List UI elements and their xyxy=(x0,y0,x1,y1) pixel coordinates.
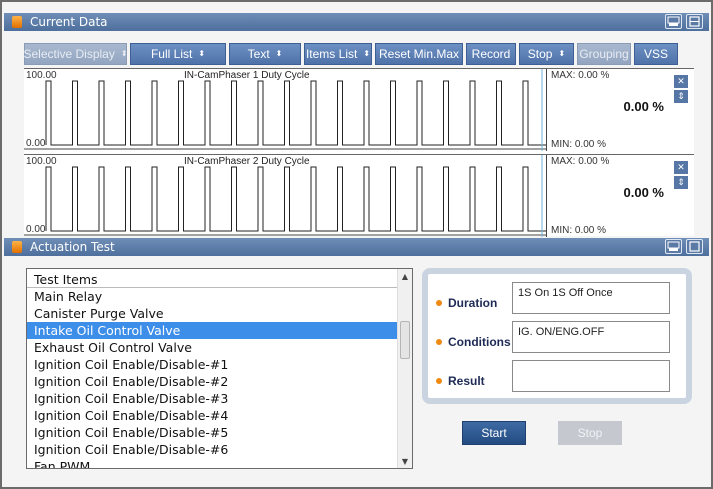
toolbar-button-text[interactable]: Text ⬍ xyxy=(229,43,301,65)
current-data-title: Current Data xyxy=(30,15,108,29)
graph-title: IN-CamPhaser 1 Duty Cycle xyxy=(184,70,310,81)
updown-icon[interactable]: ⇕ xyxy=(674,176,688,189)
list-item[interactable]: Fan PWM xyxy=(27,458,397,468)
waveform-2 xyxy=(24,155,546,237)
toolbar-button-label: Items List xyxy=(305,47,358,61)
graph-min: MIN: 0.00 % xyxy=(551,139,607,150)
toolbar-button-label: Reset Min.Max xyxy=(378,47,460,61)
graph-area: 100.00 0.00 IN-CamPhaser 1 Duty Cycle MA… xyxy=(24,68,694,237)
duration-value: 1S On 1S Off Once xyxy=(512,282,670,314)
waveform-1 xyxy=(24,69,546,151)
window-toggle-icon[interactable] xyxy=(686,14,703,29)
toolbar-button-label: Grouping xyxy=(579,47,629,61)
toolbar-button-vss[interactable]: VSS xyxy=(634,43,678,65)
current-data-titlebar: Current Data xyxy=(4,13,709,31)
retry-icon[interactable] xyxy=(665,14,682,29)
graph-min: MIN: 0.00 % xyxy=(551,225,607,236)
dropdown-arrows-icon: ⬍ xyxy=(120,49,128,58)
toolbar-button-label: VSS xyxy=(643,47,668,61)
panel-icon xyxy=(12,16,22,28)
bullet-icon xyxy=(436,339,442,345)
graph-max: MAX: 0.00 % xyxy=(551,70,610,81)
scroll-thumb[interactable] xyxy=(400,321,410,359)
graph-top-label: 100.00 xyxy=(26,70,57,81)
graph-bottom-label: 0.00 xyxy=(26,224,46,235)
toolbar-button-label: Full List xyxy=(150,47,193,61)
toolbar-button-label: Text xyxy=(247,47,270,61)
graph-current: 0.00 % xyxy=(623,99,664,114)
graph-max: MAX: 0.00 % xyxy=(551,156,610,167)
retry-icon[interactable] xyxy=(665,239,682,254)
actuation-title: Actuation Test xyxy=(30,240,115,254)
window-toggle-icon[interactable] xyxy=(686,239,703,254)
list-scrollbar[interactable]: ▲ ▼ xyxy=(397,269,412,468)
list-item[interactable]: Ignition Coil Enable/Disable-#2 xyxy=(27,373,397,390)
dropdown-arrows-icon: ⬍ xyxy=(275,49,283,58)
duration-label: Duration xyxy=(448,296,498,310)
toolbar-button-label: Selective Display xyxy=(23,47,115,61)
actuation-titlebar: Actuation Test xyxy=(4,238,709,256)
graph-values: MAX: 0.00 % 0.00 % MIN: 0.00 % xyxy=(546,69,672,151)
close-icon[interactable]: ✕ xyxy=(674,75,688,88)
bullet-icon xyxy=(436,300,442,306)
list-item[interactable]: Canister Purge Valve xyxy=(27,305,397,322)
app-window: Current Data Selective Display ⬍ Full List… xyxy=(0,0,713,489)
scroll-up-icon[interactable]: ▲ xyxy=(398,269,412,283)
toolbar-button-items-list[interactable]: Items List ⬍ xyxy=(304,43,372,65)
toolbar-button-full-list[interactable]: Full List ⬍ xyxy=(130,43,226,65)
dropdown-arrows-icon: ⬍ xyxy=(363,49,371,58)
result-value xyxy=(512,360,670,392)
test-parameters: Duration 1S On 1S Off Once Conditions IG… xyxy=(422,268,692,404)
graph-values: MAX: 0.00 % 0.00 % MIN: 0.00 % xyxy=(546,155,672,237)
list-item[interactable]: Exhaust Oil Control Valve xyxy=(27,339,397,356)
list-header: Test Items xyxy=(27,269,397,288)
list-item[interactable]: Main Relay xyxy=(27,288,397,305)
toolbar-button-label: Record xyxy=(471,47,511,61)
list-item[interactable]: Intake Oil Control Valve xyxy=(27,322,397,339)
close-icon[interactable]: ✕ xyxy=(674,161,688,174)
test-items-list[interactable]: Test Items Main Relay Canister Purge Valv… xyxy=(26,268,413,469)
graph-title: IN-CamPhaser 2 Duty Cycle xyxy=(184,156,310,167)
toolbar-button-record[interactable]: Record xyxy=(466,43,516,65)
current-data-toolbar: Selective Display ⬍ Full List ⬍ Text ⬍ Items L… xyxy=(23,43,678,65)
stop-button[interactable]: Stop xyxy=(558,421,622,445)
dropdown-arrows-icon: ⬍ xyxy=(198,49,206,58)
graph-current: 0.00 % xyxy=(623,185,664,200)
list-item[interactable]: Ignition Coil Enable/Disable-#1 xyxy=(27,356,397,373)
list-item[interactable]: Ignition Coil Enable/Disable-#3 xyxy=(27,390,397,407)
start-button[interactable]: Start xyxy=(462,421,526,445)
list-item[interactable]: Ignition Coil Enable/Disable-#4 xyxy=(27,407,397,424)
list-item[interactable]: Ignition Coil Enable/Disable-#6 xyxy=(27,441,397,458)
updown-icon[interactable]: ⇕ xyxy=(674,90,688,103)
conditions-value: IG. ON/ENG.OFF xyxy=(512,321,670,353)
toolbar-button-stop[interactable]: Stop ⬍ xyxy=(519,43,574,65)
toolbar-button-label: Stop xyxy=(527,47,553,61)
bullet-icon xyxy=(436,378,442,384)
dropdown-arrows-icon: ⬍ xyxy=(558,49,566,58)
graph-camphaser-2: 100.00 0.00 IN-CamPhaser 2 Duty Cycle MA… xyxy=(24,154,694,237)
panel-icon xyxy=(12,241,22,253)
graph-camphaser-1: 100.00 0.00 IN-CamPhaser 1 Duty Cycle MA… xyxy=(24,68,694,151)
waveform-line xyxy=(45,80,546,146)
list-item[interactable]: Ignition Coil Enable/Disable-#5 xyxy=(27,424,397,441)
graph-bottom-label: 0.00 xyxy=(26,138,46,149)
conditions-label: Conditions xyxy=(448,335,511,349)
result-label: Result xyxy=(448,374,485,388)
waveform-line xyxy=(45,166,546,232)
toolbar-button-reset-min-max[interactable]: Reset Min.Max xyxy=(375,43,463,65)
graph-top-label: 100.00 xyxy=(26,156,57,167)
toolbar-button-selective-display[interactable]: Selective Display ⬍ xyxy=(23,43,128,65)
toolbar-button-grouping[interactable]: Grouping xyxy=(577,43,631,65)
scroll-down-icon[interactable]: ▼ xyxy=(398,454,412,468)
